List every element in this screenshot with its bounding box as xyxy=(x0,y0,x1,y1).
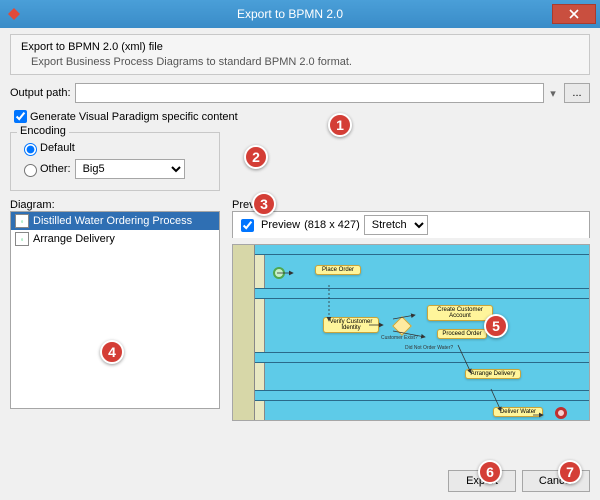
preview-mode-select[interactable]: Stretch xyxy=(364,215,428,235)
encoding-other-radio[interactable] xyxy=(24,164,37,177)
export-button[interactable]: Export xyxy=(448,470,516,492)
diagram-list[interactable]: ◦ Distilled Water Ordering Process ◦ Arr… xyxy=(10,211,220,409)
preview-checkbox[interactable] xyxy=(241,219,254,232)
header-desc: Export Business Process Diagrams to stan… xyxy=(31,56,579,68)
preview-label: Preview xyxy=(232,199,590,211)
preview-canvas: Place Order Verify Customer Identity Cre… xyxy=(232,244,590,421)
encoding-default-label: Default xyxy=(40,142,75,154)
close-button[interactable] xyxy=(552,4,596,24)
header-box: Export to BPMN 2.0 (xml) file Export Bus… xyxy=(10,34,590,75)
output-path-label: Output path: xyxy=(10,87,71,99)
browse-button[interactable]: ... xyxy=(564,83,590,103)
generate-specific-checkbox[interactable] xyxy=(14,110,27,123)
encoding-fieldset: Encoding Default Other: Big5 xyxy=(10,132,220,191)
diagram-label: Diagram: xyxy=(10,199,220,211)
diagram-item-label: Distilled Water Ordering Process xyxy=(33,215,192,227)
encoding-default-radio[interactable] xyxy=(24,143,37,156)
encoding-other-label: Other: xyxy=(40,163,71,175)
dropdown-icon[interactable]: ▾ xyxy=(545,87,561,100)
generate-specific-label: Generate Visual Paradigm specific conten… xyxy=(30,111,238,123)
annotation-badge: 2 xyxy=(244,145,268,169)
encoding-legend: Encoding xyxy=(17,125,69,137)
bpmn-icon: ◦ xyxy=(15,232,29,246)
app-icon xyxy=(6,6,22,22)
header-title: Export to BPMN 2.0 (xml) file xyxy=(21,41,579,53)
preview-check-label: Preview xyxy=(261,219,300,231)
preview-dims: (818 x 427) xyxy=(304,219,360,231)
encoding-other-select[interactable]: Big5 xyxy=(75,159,185,179)
cancel-button[interactable]: Cancel xyxy=(522,470,590,492)
diagram-item[interactable]: ◦ Distilled Water Ordering Process xyxy=(11,212,219,230)
output-path-input[interactable] xyxy=(75,83,544,103)
bpmn-icon: ◦ xyxy=(15,214,29,228)
diagram-item[interactable]: ◦ Arrange Delivery xyxy=(11,230,219,248)
window-title: Export to BPMN 2.0 xyxy=(28,7,552,21)
diagram-item-label: Arrange Delivery xyxy=(33,233,115,245)
